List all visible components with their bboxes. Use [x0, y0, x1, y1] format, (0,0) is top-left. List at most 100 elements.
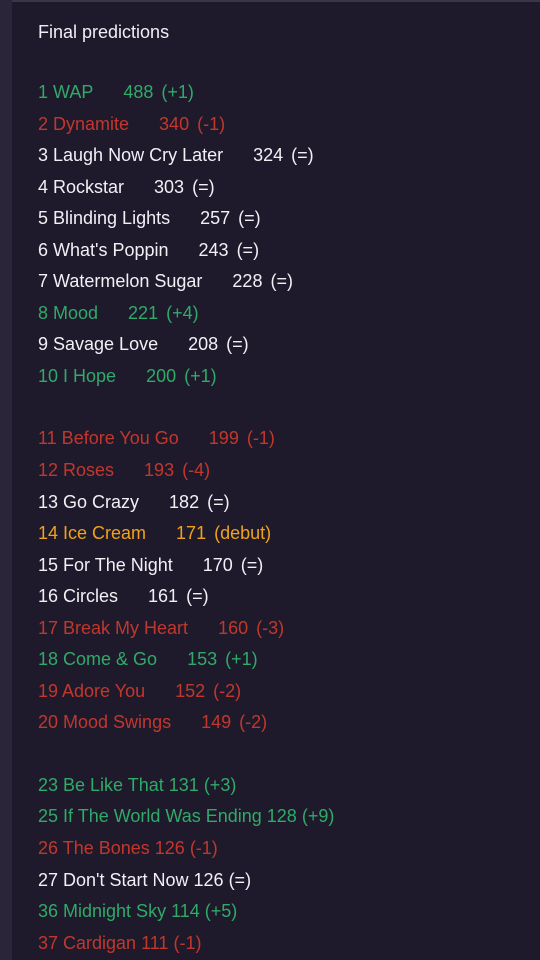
prediction-row: 4 Rockstar 303 (=) [38, 172, 334, 204]
prediction-row: 5 Blinding Lights 257 (=) [38, 203, 334, 235]
song-title: 6 What's Poppin [38, 239, 169, 260]
rank-change: (+4) [166, 302, 199, 323]
rank-change: (+5) [204, 901, 238, 922]
rank-change: (-3) [256, 617, 285, 638]
rank-change: (=) [207, 491, 230, 512]
song-points: 193 [144, 460, 175, 481]
prediction-row: 36 Midnight Sky 114 (+5) [38, 896, 334, 928]
rank-change: (debut) [214, 523, 272, 544]
prediction-group: 11 Before You Go 199 (-1) 12 Roses 193 (-4) 13… [38, 423, 334, 738]
song-title: 14 Ice Cream [38, 523, 147, 544]
prediction-row: 19 Adore You 152 (-2) [38, 676, 334, 708]
prediction-row: 18 Come & Go 153 (+1) [38, 644, 334, 676]
top-border [0, 0, 540, 2]
prediction-row: 26 The Bones 126 (-1) [38, 833, 334, 865]
prediction-row: 8 Mood 221 (+4) [38, 298, 334, 330]
rank-change: (=) [270, 271, 293, 292]
song-title: 7 Watermelon Sugar [38, 271, 203, 292]
song-points: 149 [201, 712, 232, 733]
song-points: 208 [188, 334, 219, 355]
prediction-group: 1 WAP 488 (+1) 2 Dynamite 340 (-1) 3 Laugh Now… [38, 77, 334, 392]
song-points: 153 [187, 649, 218, 670]
song-points: 182 [169, 491, 200, 512]
rank-change: (+1) [225, 649, 258, 670]
prediction-row: 16 Circles 161 (=) [38, 581, 334, 613]
post-title: Final predictions [38, 22, 170, 42]
rank-change: (+1) [161, 82, 194, 102]
prediction-row: 13 Go Crazy 182 (=) [38, 487, 334, 519]
song-points: 243 [198, 239, 229, 260]
song-points: 170 [202, 554, 233, 575]
rank-change: (=) [228, 869, 252, 890]
prediction-row: 25 If The World Was Ending 128 (+9) [38, 801, 334, 833]
rank-change: (+1) [184, 365, 217, 386]
song-title: 9 Savage Love [38, 334, 159, 355]
prediction-row: 6 What's Poppin 243 (=) [38, 235, 334, 267]
rank-change: (-4) [182, 460, 211, 481]
song-points: 200 [146, 365, 177, 386]
song-title: 1 WAP [38, 82, 94, 102]
prediction-row: 3 Laugh Now Cry Later 324 (=) [38, 140, 334, 172]
song-points: 171 [176, 523, 207, 544]
prediction-row: 27 Don't Start Now 126 (=) [38, 865, 334, 897]
song-points: 126 [154, 838, 185, 859]
song-points: 160 [218, 617, 249, 638]
prediction-group: 23 Be Like That 131 (+3) 25 If The World Wa… [38, 770, 334, 959]
song-title: 17 Break My Heart [38, 617, 189, 638]
song-points: 488 [123, 82, 154, 102]
song-title: 13 Go Crazy [38, 491, 140, 512]
song-points: 228 [232, 271, 263, 292]
song-points: 126 [193, 869, 224, 890]
prediction-row: 14 Ice Cream 171 (debut) [38, 518, 334, 550]
song-points: 161 [148, 586, 179, 607]
song-title: 19 Adore You [38, 680, 146, 701]
song-title: 10 I Hope [38, 365, 117, 386]
rank-change: (+9) [301, 806, 335, 827]
prediction-row: 37 Cardigan 111 (-1) [38, 928, 334, 960]
prediction-row: 9 Savage Love 208 (=) [38, 329, 334, 361]
song-points: 257 [200, 208, 231, 229]
song-title: 15 For The Night [38, 554, 173, 575]
rank-change: (=) [291, 145, 314, 166]
prediction-row: 15 For The Night 170 (=) [38, 550, 334, 582]
song-points: 199 [208, 428, 239, 449]
song-title: 5 Blinding Lights [38, 208, 171, 229]
rank-change: (-1) [246, 428, 275, 449]
rank-change: (-1) [173, 932, 202, 953]
song-points: 324 [253, 145, 284, 166]
post-content: Final predictions 1 WAP 488 (+1) 2 Dynamite… [38, 18, 334, 959]
song-title: 36 Midnight Sky [38, 901, 167, 922]
song-points: 128 [266, 806, 297, 827]
song-title: 4 Rockstar [38, 176, 125, 197]
prediction-row: 17 Break My Heart 160 (-3) [38, 613, 334, 645]
song-title: 20 Mood Swings [38, 712, 172, 733]
rank-change: (-1) [197, 113, 226, 134]
rank-change: (=) [186, 586, 209, 607]
rank-change: (-2) [213, 680, 242, 701]
song-title: 26 The Bones [38, 838, 150, 859]
prediction-row: 23 Be Like That 131 (+3) [38, 770, 334, 802]
prediction-row: 1 WAP 488 (+1) [38, 77, 334, 109]
song-points: 131 [168, 774, 199, 795]
song-title: 12 Roses [38, 460, 115, 481]
song-title: 27 Don't Start Now [38, 869, 189, 890]
song-title: 25 If The World Was Ending [38, 806, 262, 827]
rank-change: (=) [240, 554, 264, 575]
rank-change: (+3) [203, 774, 237, 795]
rank-change: (=) [192, 176, 215, 197]
prediction-row: 20 Mood Swings 149 (-2) [38, 707, 334, 739]
predictions-list: 1 WAP 488 (+1) 2 Dynamite 340 (-1) 3 Laugh Now… [38, 77, 334, 959]
rank-change: (=) [226, 334, 249, 355]
song-points: 152 [175, 680, 206, 701]
prediction-row: 7 Watermelon Sugar 228 (=) [38, 266, 334, 298]
song-points: 303 [154, 176, 185, 197]
song-title: 2 Dynamite [38, 113, 130, 134]
song-title: 37 Cardigan [38, 932, 137, 953]
song-title: 3 Laugh Now Cry Later [38, 145, 224, 166]
left-border [0, 0, 12, 960]
rank-change: (=) [238, 208, 261, 229]
rank-change: (-2) [239, 712, 268, 733]
prediction-row: 10 I Hope 200 (+1) [38, 361, 334, 393]
song-points: 221 [128, 302, 159, 323]
song-points: 111 [141, 932, 169, 953]
